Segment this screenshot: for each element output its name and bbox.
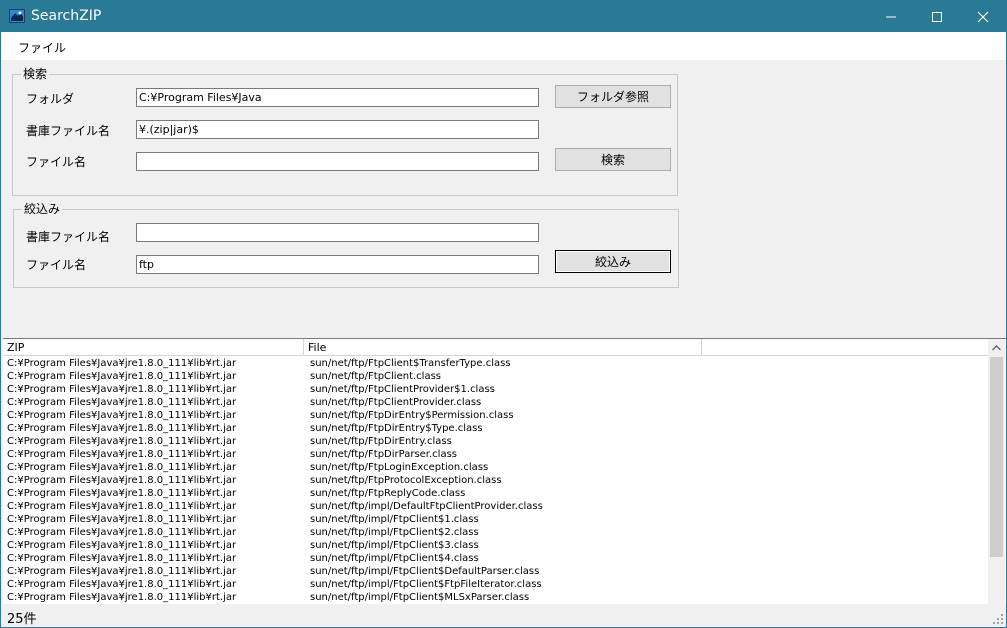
column-header-zip[interactable]: ZIP bbox=[3, 339, 304, 356]
menu-file[interactable]: ファイル bbox=[18, 39, 66, 56]
title-bar[interactable]: SearchZIP bbox=[1, 1, 1006, 32]
filter-archive-name-input[interactable] bbox=[136, 223, 539, 242]
zip-cell: C:¥Program Files¥Java¥jre1.8.0_111¥lib¥r… bbox=[7, 371, 237, 382]
filter-group: 絞込み bbox=[13, 202, 679, 288]
zip-cell: C:¥Program Files¥Java¥jre1.8.0_111¥lib¥r… bbox=[7, 397, 237, 408]
file-cell: sun/net/ftp/impl/FtpClient$MLSxParser.cl… bbox=[310, 592, 530, 603]
zip-cell: C:¥Program Files¥Java¥jre1.8.0_111¥lib¥r… bbox=[7, 410, 237, 421]
table-row[interactable]: C:¥Program Files¥Java¥jre1.8.0_111¥lib¥r… bbox=[3, 526, 988, 539]
result-count: 25件 bbox=[7, 612, 37, 627]
file-cell: sun/net/ftp/impl/FtpClient$4.class bbox=[310, 553, 479, 564]
file-cell: sun/net/ftp/FtpLoginException.class bbox=[310, 462, 489, 473]
table-row[interactable]: C:¥Program Files¥Java¥jre1.8.0_111¥lib¥r… bbox=[3, 370, 988, 383]
zip-cell: C:¥Program Files¥Java¥jre1.8.0_111¥lib¥r… bbox=[7, 514, 237, 525]
filter-file-name-label: ファイル名 bbox=[26, 258, 87, 272]
table-row[interactable]: C:¥Program Files¥Java¥jre1.8.0_111¥lib¥r… bbox=[3, 578, 988, 591]
file-name-input[interactable] bbox=[136, 152, 539, 171]
table-row[interactable]: C:¥Program Files¥Java¥jre1.8.0_111¥lib¥r… bbox=[3, 552, 988, 565]
zip-cell: C:¥Program Files¥Java¥jre1.8.0_111¥lib¥r… bbox=[7, 540, 237, 551]
column-header-file[interactable]: File bbox=[304, 339, 702, 356]
table-row[interactable]: C:¥Program Files¥Java¥jre1.8.0_111¥lib¥r… bbox=[3, 513, 988, 526]
maximize-icon bbox=[932, 11, 942, 22]
results-rows: C:¥Program Files¥Java¥jre1.8.0_111¥lib¥r… bbox=[3, 357, 988, 604]
zip-cell: C:¥Program Files¥Java¥jre1.8.0_111¥lib¥r… bbox=[7, 462, 237, 473]
file-cell: sun/net/ftp/FtpProtocolException.class bbox=[310, 475, 502, 486]
file-cell: sun/net/ftp/FtpClient$TransferType.class bbox=[310, 358, 511, 369]
table-row[interactable]: C:¥Program Files¥Java¥jre1.8.0_111¥lib¥r… bbox=[3, 409, 988, 422]
table-row[interactable]: C:¥Program Files¥Java¥jre1.8.0_111¥lib¥r… bbox=[3, 591, 988, 604]
zip-cell: C:¥Program Files¥Java¥jre1.8.0_111¥lib¥r… bbox=[7, 475, 237, 486]
filter-archive-name-label: 書庫ファイル名 bbox=[26, 230, 111, 244]
zip-cell: C:¥Program Files¥Java¥jre1.8.0_111¥lib¥r… bbox=[7, 488, 237, 499]
maximize-button[interactable] bbox=[914, 1, 960, 32]
table-row[interactable]: C:¥Program Files¥Java¥jre1.8.0_111¥lib¥r… bbox=[3, 435, 988, 448]
scroll-up-button[interactable] bbox=[988, 339, 1005, 356]
zip-cell: C:¥Program Files¥Java¥jre1.8.0_111¥lib¥r… bbox=[7, 579, 237, 590]
file-cell: sun/net/ftp/FtpReplyCode.class bbox=[310, 488, 466, 499]
folder-label: フォルダ bbox=[26, 92, 75, 106]
zip-cell: C:¥Program Files¥Java¥jre1.8.0_111¥lib¥r… bbox=[7, 592, 237, 603]
zip-cell: C:¥Program Files¥Java¥jre1.8.0_111¥lib¥r… bbox=[7, 449, 237, 460]
status-bar: 25件 bbox=[1, 605, 1006, 627]
file-cell: sun/net/ftp/impl/FtpClient$DefaultParser… bbox=[310, 566, 540, 577]
table-row[interactable]: C:¥Program Files¥Java¥jre1.8.0_111¥lib¥r… bbox=[3, 461, 988, 474]
zip-cell: C:¥Program Files¥Java¥jre1.8.0_111¥lib¥r… bbox=[7, 527, 237, 538]
archive-name-label: 書庫ファイル名 bbox=[26, 124, 111, 138]
close-button[interactable] bbox=[960, 1, 1006, 32]
table-row[interactable]: C:¥Program Files¥Java¥jre1.8.0_111¥lib¥r… bbox=[3, 448, 988, 461]
table-row[interactable]: C:¥Program Files¥Java¥jre1.8.0_111¥lib¥r… bbox=[3, 500, 988, 513]
table-row[interactable]: C:¥Program Files¥Java¥jre1.8.0_111¥lib¥r… bbox=[3, 422, 988, 435]
search-group-label: 検索 bbox=[21, 67, 50, 81]
filter-button[interactable]: 絞込み bbox=[555, 250, 671, 273]
search-button[interactable]: 検索 bbox=[555, 148, 671, 171]
file-cell: sun/net/ftp/FtpDirEntry.class bbox=[310, 436, 452, 447]
zip-cell: C:¥Program Files¥Java¥jre1.8.0_111¥lib¥r… bbox=[7, 358, 237, 369]
folder-input[interactable]: C:¥Program Files¥Java bbox=[136, 88, 539, 107]
archive-name-input[interactable]: ¥.(zip|jar)$ bbox=[136, 120, 539, 139]
file-cell: sun/net/ftp/FtpClientProvider$1.class bbox=[310, 384, 495, 395]
vertical-scrollbar[interactable] bbox=[988, 339, 1005, 604]
file-cell: sun/net/ftp/impl/FtpClient$1.class bbox=[310, 514, 479, 525]
table-row[interactable]: C:¥Program Files¥Java¥jre1.8.0_111¥lib¥r… bbox=[3, 565, 988, 578]
table-row[interactable]: C:¥Program Files¥Java¥jre1.8.0_111¥lib¥r… bbox=[3, 357, 988, 370]
file-name-label: ファイル名 bbox=[26, 155, 87, 169]
browse-folder-button[interactable]: フォルダ参照 bbox=[555, 85, 671, 108]
file-cell: sun/net/ftp/FtpClientProvider.class bbox=[310, 397, 482, 408]
zip-cell: C:¥Program Files¥Java¥jre1.8.0_111¥lib¥r… bbox=[7, 384, 237, 395]
filter-file-name-input[interactable]: ftp bbox=[136, 255, 539, 274]
zip-cell: C:¥Program Files¥Java¥jre1.8.0_111¥lib¥r… bbox=[7, 436, 237, 447]
list-header: ZIP File bbox=[3, 339, 988, 356]
chevron-up-icon bbox=[992, 344, 1001, 350]
filter-group-label: 絞込み bbox=[22, 202, 63, 216]
zip-cell: C:¥Program Files¥Java¥jre1.8.0_111¥lib¥r… bbox=[7, 553, 237, 564]
file-cell: sun/net/ftp/FtpDirEntry$Permission.class bbox=[310, 410, 514, 421]
table-row[interactable]: C:¥Program Files¥Java¥jre1.8.0_111¥lib¥r… bbox=[3, 539, 988, 552]
scroll-thumb[interactable] bbox=[990, 357, 1003, 557]
zip-cell: C:¥Program Files¥Java¥jre1.8.0_111¥lib¥r… bbox=[7, 501, 237, 512]
file-cell: sun/net/ftp/impl/FtpClient$FtpFileIterat… bbox=[310, 579, 542, 590]
table-row[interactable]: C:¥Program Files¥Java¥jre1.8.0_111¥lib¥r… bbox=[3, 487, 988, 500]
menu-bar: ファイル bbox=[1, 32, 1006, 60]
app-icon bbox=[9, 9, 25, 23]
file-cell: sun/net/ftp/impl/FtpClient$3.class bbox=[310, 540, 479, 551]
app-window: SearchZIP ファイル 検索 フォルダ C:¥Program Files¥… bbox=[0, 0, 1007, 628]
file-cell: sun/net/ftp/FtpDirEntry$Type.class bbox=[310, 423, 483, 434]
results-list[interactable]: ZIP File C:¥Program Files¥Java¥jre1.8.0_… bbox=[3, 338, 1006, 604]
zip-cell: C:¥Program Files¥Java¥jre1.8.0_111¥lib¥r… bbox=[7, 423, 237, 434]
table-row[interactable]: C:¥Program Files¥Java¥jre1.8.0_111¥lib¥r… bbox=[3, 396, 988, 409]
table-row[interactable]: C:¥Program Files¥Java¥jre1.8.0_111¥lib¥r… bbox=[3, 383, 988, 396]
minimize-icon bbox=[886, 16, 896, 17]
file-cell: sun/net/ftp/FtpDirParser.class bbox=[310, 449, 458, 460]
close-icon bbox=[977, 11, 989, 22]
resize-grip-icon[interactable] bbox=[992, 613, 1004, 625]
table-row[interactable]: C:¥Program Files¥Java¥jre1.8.0_111¥lib¥r… bbox=[3, 474, 988, 487]
window-title: SearchZIP bbox=[31, 8, 102, 24]
file-cell: sun/net/ftp/impl/FtpClient$2.class bbox=[310, 527, 479, 538]
file-cell: sun/net/ftp/impl/DefaultFtpClientProvide… bbox=[310, 501, 543, 512]
zip-cell: C:¥Program Files¥Java¥jre1.8.0_111¥lib¥r… bbox=[7, 566, 237, 577]
file-cell: sun/net/ftp/FtpClient.class bbox=[310, 371, 441, 382]
minimize-button[interactable] bbox=[868, 1, 914, 32]
